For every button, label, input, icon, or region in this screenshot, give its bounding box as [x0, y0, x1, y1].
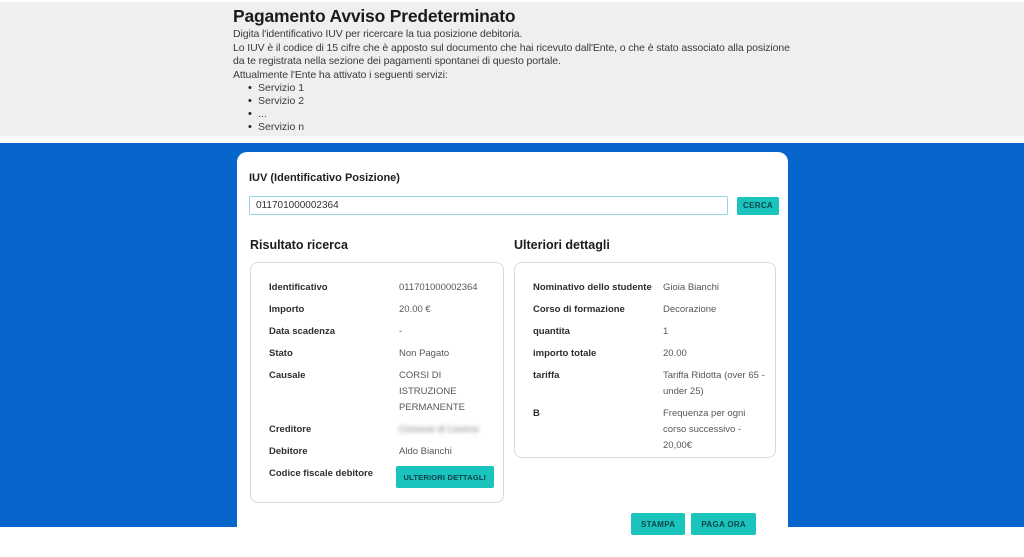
redacted-creditor-value: Comune di Livorno — [399, 422, 495, 438]
intro-section: Pagamento Avviso Predeterminato Digita l… — [0, 2, 1024, 136]
iuv-field-label: IUV (Identificativo Posizione) — [249, 172, 400, 184]
intro-line-2: Lo IUV è il codice di 15 cifre che è app… — [233, 42, 798, 69]
payment-section-background: IUV (Identificativo Posizione) CERCA Ris… — [0, 143, 1024, 527]
result-row: Importo 20.00 € — [269, 302, 495, 318]
further-details-column: Ulteriori dettagli Nominativo dello stud… — [514, 238, 776, 458]
service-item: Servizio 1 — [248, 82, 1024, 95]
ulteriori-dettagli-button[interactable]: ULTERIORI DETTAGLI — [396, 466, 494, 488]
service-item: ... — [248, 108, 1024, 121]
services-list: Servizio 1 Servizio 2 ... Servizio n — [233, 82, 1024, 134]
intro-line-3: Attualmente l'Ente ha attivato i seguent… — [233, 69, 798, 83]
search-row: CERCA — [249, 196, 779, 215]
paga-ora-button[interactable]: PAGA ORA — [691, 513, 756, 535]
details-row: Corso di formazione Decorazione — [533, 302, 767, 318]
iuv-input[interactable] — [249, 196, 728, 215]
result-heading: Risultato ricerca — [250, 238, 504, 253]
details-heading: Ulteriori dettagli — [514, 238, 776, 253]
result-box: Identificativo 011701000002364 Importo 2… — [250, 262, 504, 503]
service-item: Servizio 2 — [248, 95, 1024, 108]
details-row: B Frequenza per ogni corso successivo - … — [533, 406, 767, 454]
details-row: Nominativo dello studente Gioia Bianchi — [533, 280, 767, 296]
card-actions: STAMPA PAGA ORA — [237, 513, 772, 535]
details-row: importo totale 20.00 — [533, 346, 767, 362]
intro-line-1: Digita l'identificativo IUV per ricercar… — [233, 28, 798, 42]
result-row: Causale CORSI DI ISTRUZIONE PERMANENTE — [269, 368, 495, 416]
page-title: Pagamento Avviso Predeterminato — [233, 6, 1024, 26]
search-result-column: Risultato ricerca Identificativo 0117010… — [250, 238, 504, 503]
intro-text: Digita l'identificativo IUV per ricercar… — [233, 28, 1024, 82]
details-row: quantita 1 — [533, 324, 767, 340]
stampa-button[interactable]: STAMPA — [631, 513, 685, 535]
result-row: Identificativo 011701000002364 — [269, 280, 495, 296]
service-item: Servizio n — [248, 121, 1024, 134]
cerca-button[interactable]: CERCA — [737, 197, 779, 215]
result-row: Stato Non Pagato — [269, 346, 495, 362]
result-row: Data scadenza - — [269, 324, 495, 340]
details-box: Nominativo dello studente Gioia Bianchi … — [514, 262, 776, 458]
result-row: Creditore Comune di Livorno — [269, 422, 495, 438]
details-row: tariffa Tariffa Ridotta (over 65 - under… — [533, 368, 767, 400]
payment-card: IUV (Identificativo Posizione) CERCA Ris… — [237, 152, 788, 557]
result-row: Debitore Aldo Bianchi — [269, 444, 495, 460]
